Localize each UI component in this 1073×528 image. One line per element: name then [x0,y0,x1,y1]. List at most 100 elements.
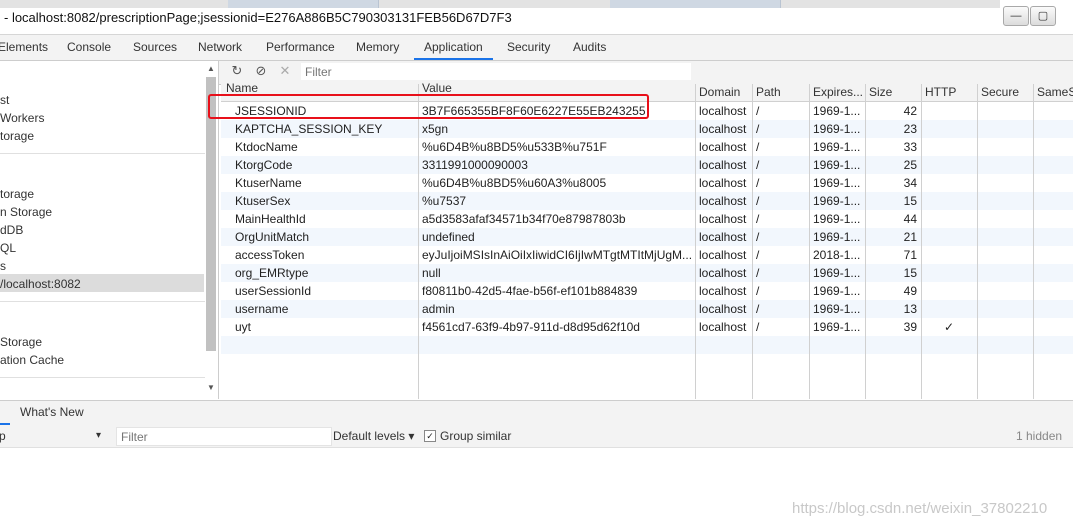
sidebar-item-indexeddb[interactable]: dDB [0,223,23,237]
column-divider[interactable] [1033,84,1034,399]
column-divider[interactable] [865,84,866,399]
column-header-expires[interactable]: Expires... [813,84,863,101]
tab-sources[interactable]: Sources [133,35,177,60]
scroll-up-arrow-icon[interactable]: ▲ [207,64,215,73]
cell-http [925,282,973,300]
clear-all-icon[interactable]: ⊘ [253,63,269,79]
cell-size: 42 [903,104,917,118]
cell-path: / [756,194,760,208]
sidebar-item-cache-storage[interactable]: Storage [0,335,42,349]
column-header-size[interactable]: Size [869,84,892,101]
tab-network[interactable]: Network [198,35,242,60]
cell-domain: localhost [699,248,747,262]
sidebar-item-service-workers[interactable]: Workers [0,111,44,125]
tab-application[interactable]: Application [414,35,493,60]
sidebar-item-manifest[interactable]: st [0,93,9,107]
column-header-samesite[interactable]: SameS [1037,84,1073,101]
tab-security[interactable]: Security [507,35,550,60]
column-header-path[interactable]: Path [756,84,781,101]
cell-size: 13 [903,302,917,316]
cell-size: 39 [903,320,917,334]
cell-secure [981,318,1029,336]
column-divider[interactable] [977,84,978,399]
sidebar-item-localhost-cookies[interactable]: /localhost:8082 [0,277,81,291]
cell-value: null [422,266,441,280]
console-filter-input[interactable] [116,427,332,446]
window-title: - localhost:8082/prescriptionPage;jsessi… [4,10,512,25]
sidebar-item-cookies[interactable]: s [0,259,6,273]
table-row[interactable]: accessToken eyJuIjoiMSIsInAiOiIxIiwidCI6I… [221,246,1073,264]
cell-secure [981,228,1029,246]
cell-secure [981,246,1029,264]
column-divider[interactable] [809,84,810,399]
cell-path: / [756,266,760,280]
table-row[interactable]: org_EMRtype null localhost / 1969-1... 15 [221,264,1073,282]
tab-console[interactable]: Console [67,35,111,60]
cell-path: / [756,122,760,136]
delete-icon[interactable]: ✕ [277,63,293,79]
table-row[interactable]: KtuserName %u6D4B%u8BD5%u60A3%u8005 localh… [221,174,1073,192]
column-header-secure[interactable]: Secure [981,84,1019,101]
minimize-button[interactable]: — [1003,6,1029,26]
table-row[interactable]: MainHealthId a5d3583afaf34571b34f70e87987… [221,210,1073,228]
cookie-table: Name Value Domain Path Expires... Size H… [221,81,1073,399]
column-divider[interactable] [921,84,922,399]
drawer-tab-console[interactable] [0,401,10,425]
cell-value: f80811b0-42d5-4fae-b56f-ef101b884839 [422,284,638,298]
table-row[interactable]: KtdocName %u6D4B%u8BD5%u533B%u751F localho… [221,138,1073,156]
table-row[interactable]: userSessionId f80811b0-42d5-4fae-b56f-ef1… [221,282,1073,300]
cell-http: ✓ [943,320,955,334]
context-dropdown-icon[interactable]: ▾ [96,430,101,441]
table-row[interactable]: KtorgCode 3311991000090003 localhost / 1969-… [221,156,1073,174]
cell-secure [981,156,1029,174]
browser-tab[interactable] [228,0,379,8]
cell-size: 34 [903,176,917,190]
maximize-button[interactable]: ▢ [1030,6,1056,26]
cell-domain: localhost [699,176,747,190]
column-divider[interactable] [752,84,753,399]
group-similar-label: Group similar [440,429,512,443]
table-row[interactable]: uyt f4561cd7-63f9-4b97-911d-d8d95d62f10d l… [221,318,1073,336]
sidebar-item-application-cache[interactable]: ation Cache [0,353,64,367]
tab-audits[interactable]: Audits [573,35,606,60]
sidebar-item-local-storage[interactable]: torage [0,187,34,201]
cell-domain: localhost [699,104,747,118]
cell-secure [981,210,1029,228]
column-header-http[interactable]: HTTP [925,84,956,101]
column-header-domain[interactable]: Domain [699,84,740,101]
cell-secure [981,138,1029,156]
cell-expires: 1969-1... [813,212,861,226]
tab-elements[interactable]: Elements [0,35,48,60]
browser-tab-strip [0,0,1000,8]
hidden-count: 1 hidden [1016,429,1063,443]
table-row[interactable]: OrgUnitMatch undefined localhost / 1969-1...… [221,228,1073,246]
log-levels-dropdown[interactable]: Default levels ▾ [333,429,414,443]
group-similar-checkbox[interactable]: ✓ [424,430,436,442]
tab-memory[interactable]: Memory [356,35,399,60]
cell-expires: 1969-1... [813,320,861,334]
table-row[interactable]: username admin localhost / 1969-1... 13 [221,300,1073,318]
browser-title-bar: - localhost:8082/prescriptionPage;jsessi… [0,0,1073,35]
context-selector[interactable]: p [0,429,6,443]
cell-size: 33 [903,140,917,154]
sidebar-item-session-storage[interactable]: n Storage [0,205,52,219]
scroll-down-arrow-icon[interactable]: ▼ [207,383,215,392]
column-divider[interactable] [418,84,419,399]
cell-path: / [756,284,760,298]
cell-http [925,228,973,246]
refresh-icon[interactable]: ↻ [229,63,245,79]
cell-name: KtorgCode [235,158,293,172]
cell-expires: 1969-1... [813,104,861,118]
table-row[interactable]: KAPTCHA_SESSION_KEY x5gn localhost / 1969-1.… [221,120,1073,138]
sidebar-item-clear-storage[interactable]: torage [0,129,34,143]
tab-performance[interactable]: Performance [266,35,335,60]
cell-domain: localhost [699,266,747,280]
drawer-tab-whats-new[interactable]: What's New [20,405,84,419]
cookie-filter-input[interactable] [301,63,691,80]
cell-secure [981,174,1029,192]
browser-tab[interactable] [610,0,781,8]
column-divider[interactable] [695,84,696,399]
table-row[interactable]: KtuserSex %u7537 localhost / 1969-1... 15 [221,192,1073,210]
sidebar-item-web-sql[interactable]: QL [0,241,16,255]
cell-domain: localhost [699,122,747,136]
